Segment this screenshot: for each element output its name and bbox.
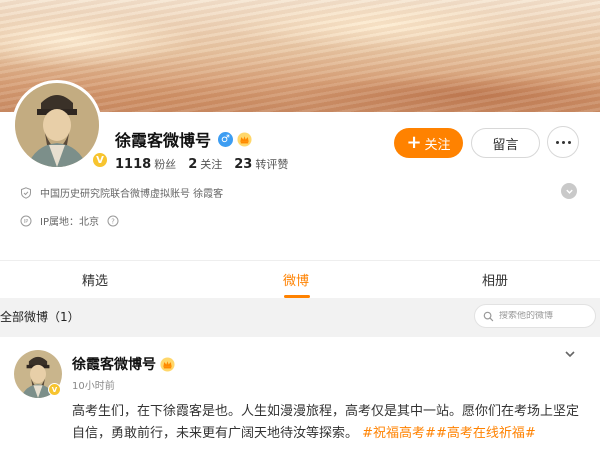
- tab-featured[interactable]: 精选: [82, 270, 108, 289]
- feed-title[interactable]: 全部微博（1）: [0, 308, 80, 325]
- message-button[interactable]: 留言: [471, 128, 540, 158]
- post-author-row: 徐霞客微博号: [72, 354, 175, 374]
- avatar-portrait: [15, 83, 99, 167]
- reposts-count: 23: [234, 157, 253, 172]
- reposts-label: 转评赞: [255, 158, 289, 171]
- profile-name-row: 徐霞客微博号 ♂: [115, 127, 252, 151]
- message-button-label: 留言: [492, 137, 519, 153]
- post-menu-chevron-icon[interactable]: [563, 347, 577, 361]
- verified-badge-icon: V: [91, 151, 109, 169]
- following-stat[interactable]: 2 关注: [188, 153, 222, 172]
- search-input[interactable]: [499, 311, 589, 321]
- verified-shield-icon: [21, 186, 31, 199]
- follow-button-label: 关注: [424, 137, 451, 153]
- profile-tabs: 精选 微博 相册: [0, 260, 600, 298]
- follow-button[interactable]: + 关注: [394, 128, 463, 158]
- followers-label: 粉丝: [154, 158, 177, 171]
- profile-stats: 1118 粉丝 2 关注 23 转评赞: [115, 153, 288, 172]
- feed-header: 全部微博（1）: [0, 298, 600, 334]
- hashtag-link[interactable]: #高考在线祈福#: [436, 426, 536, 441]
- post-verified-badge-icon: V: [48, 383, 61, 396]
- plus-icon: +: [406, 132, 422, 153]
- ip-location-icon: IP: [20, 215, 32, 226]
- tab-album[interactable]: 相册: [482, 270, 508, 289]
- svg-text:?: ?: [111, 217, 115, 225]
- profile-name: 徐霞客微博号: [115, 131, 212, 150]
- ip-location-row: IP IP属地：北京 ?: [20, 213, 119, 228]
- following-label: 关注: [200, 158, 223, 171]
- male-gender-icon: ♂: [218, 131, 234, 147]
- post-author-name[interactable]: 徐霞客微博号: [72, 354, 156, 374]
- post-content: 高考生们，在下徐霞客是也。人生如漫漫旅程，高考仅是其中一站。愿你们在考场上坚定自…: [72, 401, 590, 445]
- ip-location: IP属地：北京: [40, 217, 99, 228]
- vip-crown-icon[interactable]: [160, 356, 175, 372]
- svg-text:IP: IP: [24, 219, 29, 225]
- weibo-search-box[interactable]: [474, 304, 596, 328]
- following-count: 2: [188, 157, 198, 172]
- profile-description-row: 中国历史研究院联合微博虚拟账号 徐霞客: [20, 185, 223, 200]
- chevron-down-icon: [565, 189, 573, 194]
- followers-count: 1118: [115, 157, 152, 172]
- hashtag-link[interactable]: #祝福高考#: [362, 426, 436, 441]
- followers-stat[interactable]: 1118 粉丝: [115, 153, 176, 172]
- expand-info-button[interactable]: [561, 183, 577, 199]
- profile-avatar[interactable]: V: [12, 80, 109, 170]
- tab-weibo[interactable]: 微博: [283, 270, 309, 289]
- help-circle-icon[interactable]: ?: [107, 215, 119, 227]
- vip-crown-icon[interactable]: [237, 131, 252, 147]
- post-timestamp[interactable]: 10小时前: [72, 377, 115, 392]
- more-dots-icon: [555, 140, 559, 144]
- profile-description: 中国历史研究院联合微博虚拟账号 徐霞客: [40, 189, 224, 200]
- more-options-button[interactable]: [547, 126, 579, 158]
- reposts-stat[interactable]: 23 转评赞: [234, 153, 288, 172]
- weibo-post: V 徐霞客微博号 10小时前 高考生们，在下徐霞客是也。人生如漫漫旅程，高考仅是…: [0, 337, 600, 473]
- search-icon: [483, 311, 494, 321]
